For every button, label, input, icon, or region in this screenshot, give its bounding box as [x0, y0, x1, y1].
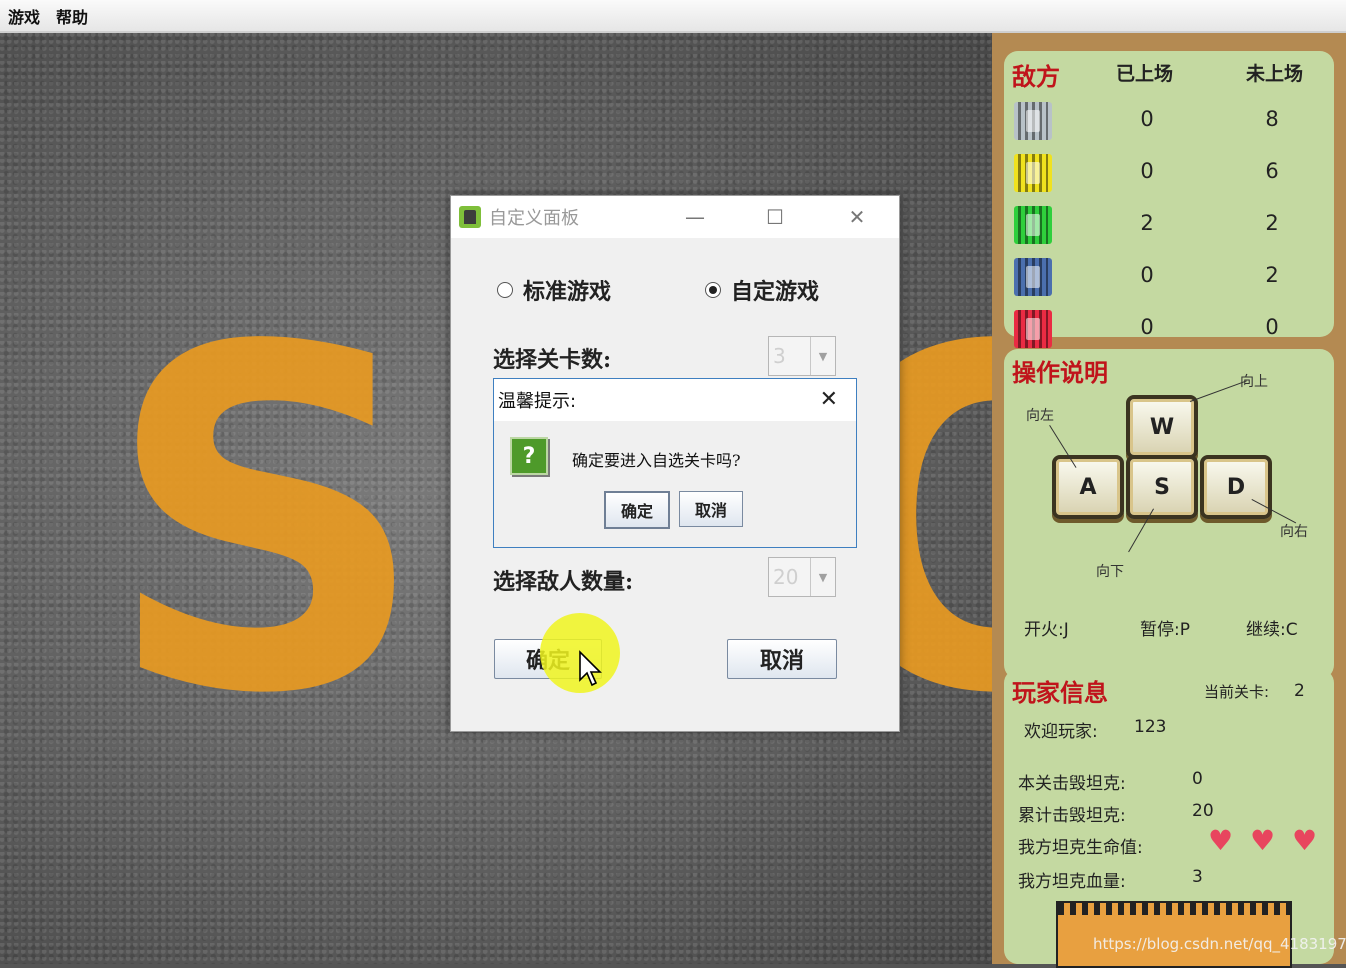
- confirm-dialog-titlebar[interactable]: 温馨提示: ✕: [494, 379, 856, 421]
- cancel-button[interactable]: 取消: [727, 639, 837, 679]
- enemy-on-count: 0: [1140, 159, 1154, 183]
- enemy-on-count: 0: [1140, 263, 1154, 287]
- heart-icon: ♥: [1208, 824, 1234, 857]
- player-panel: 玩家信息 当前关卡: 2 欢迎玩家: 123 本关击毁坦克: 0 累计击毁坦克:…: [1004, 669, 1334, 968]
- enemy-row: 08: [1014, 99, 1324, 143]
- enemy-on-count: 0: [1140, 107, 1154, 131]
- enemy-col-off: 未上场: [1246, 63, 1304, 85]
- enemy-tank-icon: [1014, 258, 1052, 296]
- confirm-ok-button[interactable]: 确定: [604, 491, 670, 529]
- enemy-off-count: 0: [1265, 315, 1279, 339]
- level-count-select[interactable]: 3 ▼: [768, 336, 836, 376]
- close-icon[interactable]: ✕: [820, 387, 838, 412]
- level-count-value: 3: [773, 344, 786, 368]
- enemy-off-count: 2: [1265, 211, 1279, 235]
- label-down: 向下: [1096, 564, 1124, 580]
- watermark: https://blog.csdn.net/qq_41831975: [1093, 935, 1346, 953]
- chevron-down-icon[interactable]: ▼: [810, 337, 835, 375]
- menu-help[interactable]: 帮助: [48, 4, 96, 28]
- radio-standard-label: 标准游戏: [523, 279, 612, 305]
- enemy-tank-icon: [1014, 206, 1052, 244]
- key-s-icon: S: [1126, 455, 1198, 519]
- info-sidebar: 敌方 已上场 未上场 0806220200 操作说明 W A S D 向上 向左…: [992, 33, 1346, 968]
- enemy-on-count: 2: [1140, 211, 1154, 235]
- radio-standard-dot[interactable]: [497, 282, 513, 298]
- level-count-label: 选择关卡数:: [493, 347, 612, 373]
- pause-key-label: 暂停:P: [1140, 620, 1190, 640]
- controls-panel: 操作说明 W A S D 向上 向左 向右 向下 开火:J 暂停:P 继续:C: [1004, 349, 1334, 679]
- radio-custom-label: 自定游戏: [731, 279, 820, 305]
- heart-icon: ♥: [1250, 824, 1276, 857]
- question-icon: ?: [510, 437, 548, 475]
- enemy-count-value: 20: [773, 565, 799, 589]
- resume-key-label: 继续:C: [1246, 620, 1298, 640]
- label-right: 向右: [1280, 524, 1308, 540]
- key-d-icon: D: [1200, 455, 1272, 519]
- player-name: 123: [1134, 717, 1167, 737]
- app-icon: [459, 206, 481, 228]
- hp-label: 我方坦克血量:: [1018, 872, 1126, 892]
- confirm-cancel-button[interactable]: 取消: [679, 491, 743, 527]
- enemy-count-select[interactable]: 20 ▼: [768, 557, 836, 597]
- enemy-tank-icon: [1014, 102, 1052, 140]
- mouse-cursor-icon: [579, 650, 602, 687]
- kills-total-label: 累计击毁坦克:: [1018, 806, 1126, 826]
- radio-custom-dot[interactable]: [705, 282, 721, 298]
- radio-custom-game[interactable]: 自定游戏: [705, 274, 819, 306]
- enemy-col-on: 已上场: [1116, 63, 1174, 85]
- level-value: 2: [1294, 681, 1305, 701]
- hp-value: 3: [1192, 867, 1203, 887]
- enemy-title: 敌方: [1012, 63, 1060, 91]
- close-icon[interactable]: ✕: [841, 202, 873, 232]
- enemy-tank-icon: [1014, 154, 1052, 192]
- confirm-message: 确定要进入自选关卡吗?: [572, 451, 741, 470]
- enemy-on-count: 0: [1140, 315, 1154, 339]
- level-label: 当前关卡:: [1204, 683, 1270, 701]
- maximize-icon[interactable]: ☐: [759, 202, 791, 232]
- enemy-panel: 敌方 已上场 未上场 0806220200: [1004, 51, 1334, 348]
- enemy-count-label: 选择敌人数量:: [493, 569, 634, 595]
- enemy-off-count: 2: [1265, 263, 1279, 287]
- enemy-row: 06: [1014, 151, 1324, 195]
- enemy-off-count: 6: [1265, 159, 1279, 183]
- pointer-line-up: [1190, 380, 1247, 402]
- key-w-icon: W: [1126, 395, 1198, 459]
- chevron-down-icon[interactable]: ▼: [810, 558, 835, 596]
- custom-dialog-title: 自定义面板: [489, 208, 579, 229]
- custom-dialog-titlebar[interactable]: 自定义面板 — ☐ ✕: [451, 196, 899, 238]
- heart-icon: ♥: [1292, 824, 1318, 857]
- enemy-row: 22: [1014, 203, 1324, 247]
- fire-key-label: 开火:J: [1024, 620, 1069, 640]
- enemy-row: 00: [1014, 307, 1324, 351]
- confirm-dialog: 温馨提示: ✕ ? 确定要进入自选关卡吗? 确定 取消: [493, 378, 857, 548]
- lives-label: 我方坦克生命值:: [1018, 838, 1143, 858]
- player-title: 玩家信息: [1012, 679, 1108, 707]
- kills-total-value: 20: [1192, 801, 1214, 821]
- enemy-tank-icon: [1014, 310, 1052, 348]
- minimize-icon[interactable]: —: [679, 202, 711, 232]
- menu-game[interactable]: 游戏: [0, 4, 48, 28]
- kills-level-value: 0: [1192, 769, 1203, 789]
- controls-title: 操作说明: [1012, 359, 1108, 387]
- key-a-icon: A: [1052, 455, 1124, 519]
- confirm-dialog-title: 温馨提示:: [498, 391, 577, 412]
- enemy-off-count: 8: [1265, 107, 1279, 131]
- radio-standard-game[interactable]: 标准游戏: [497, 274, 611, 306]
- label-left: 向左: [1026, 408, 1054, 424]
- menu-bar: 游戏 帮助: [0, 0, 1346, 33]
- enemy-row: 02: [1014, 255, 1324, 299]
- kills-level-label: 本关击毁坦克:: [1018, 774, 1126, 794]
- welcome-label: 欢迎玩家:: [1024, 722, 1098, 742]
